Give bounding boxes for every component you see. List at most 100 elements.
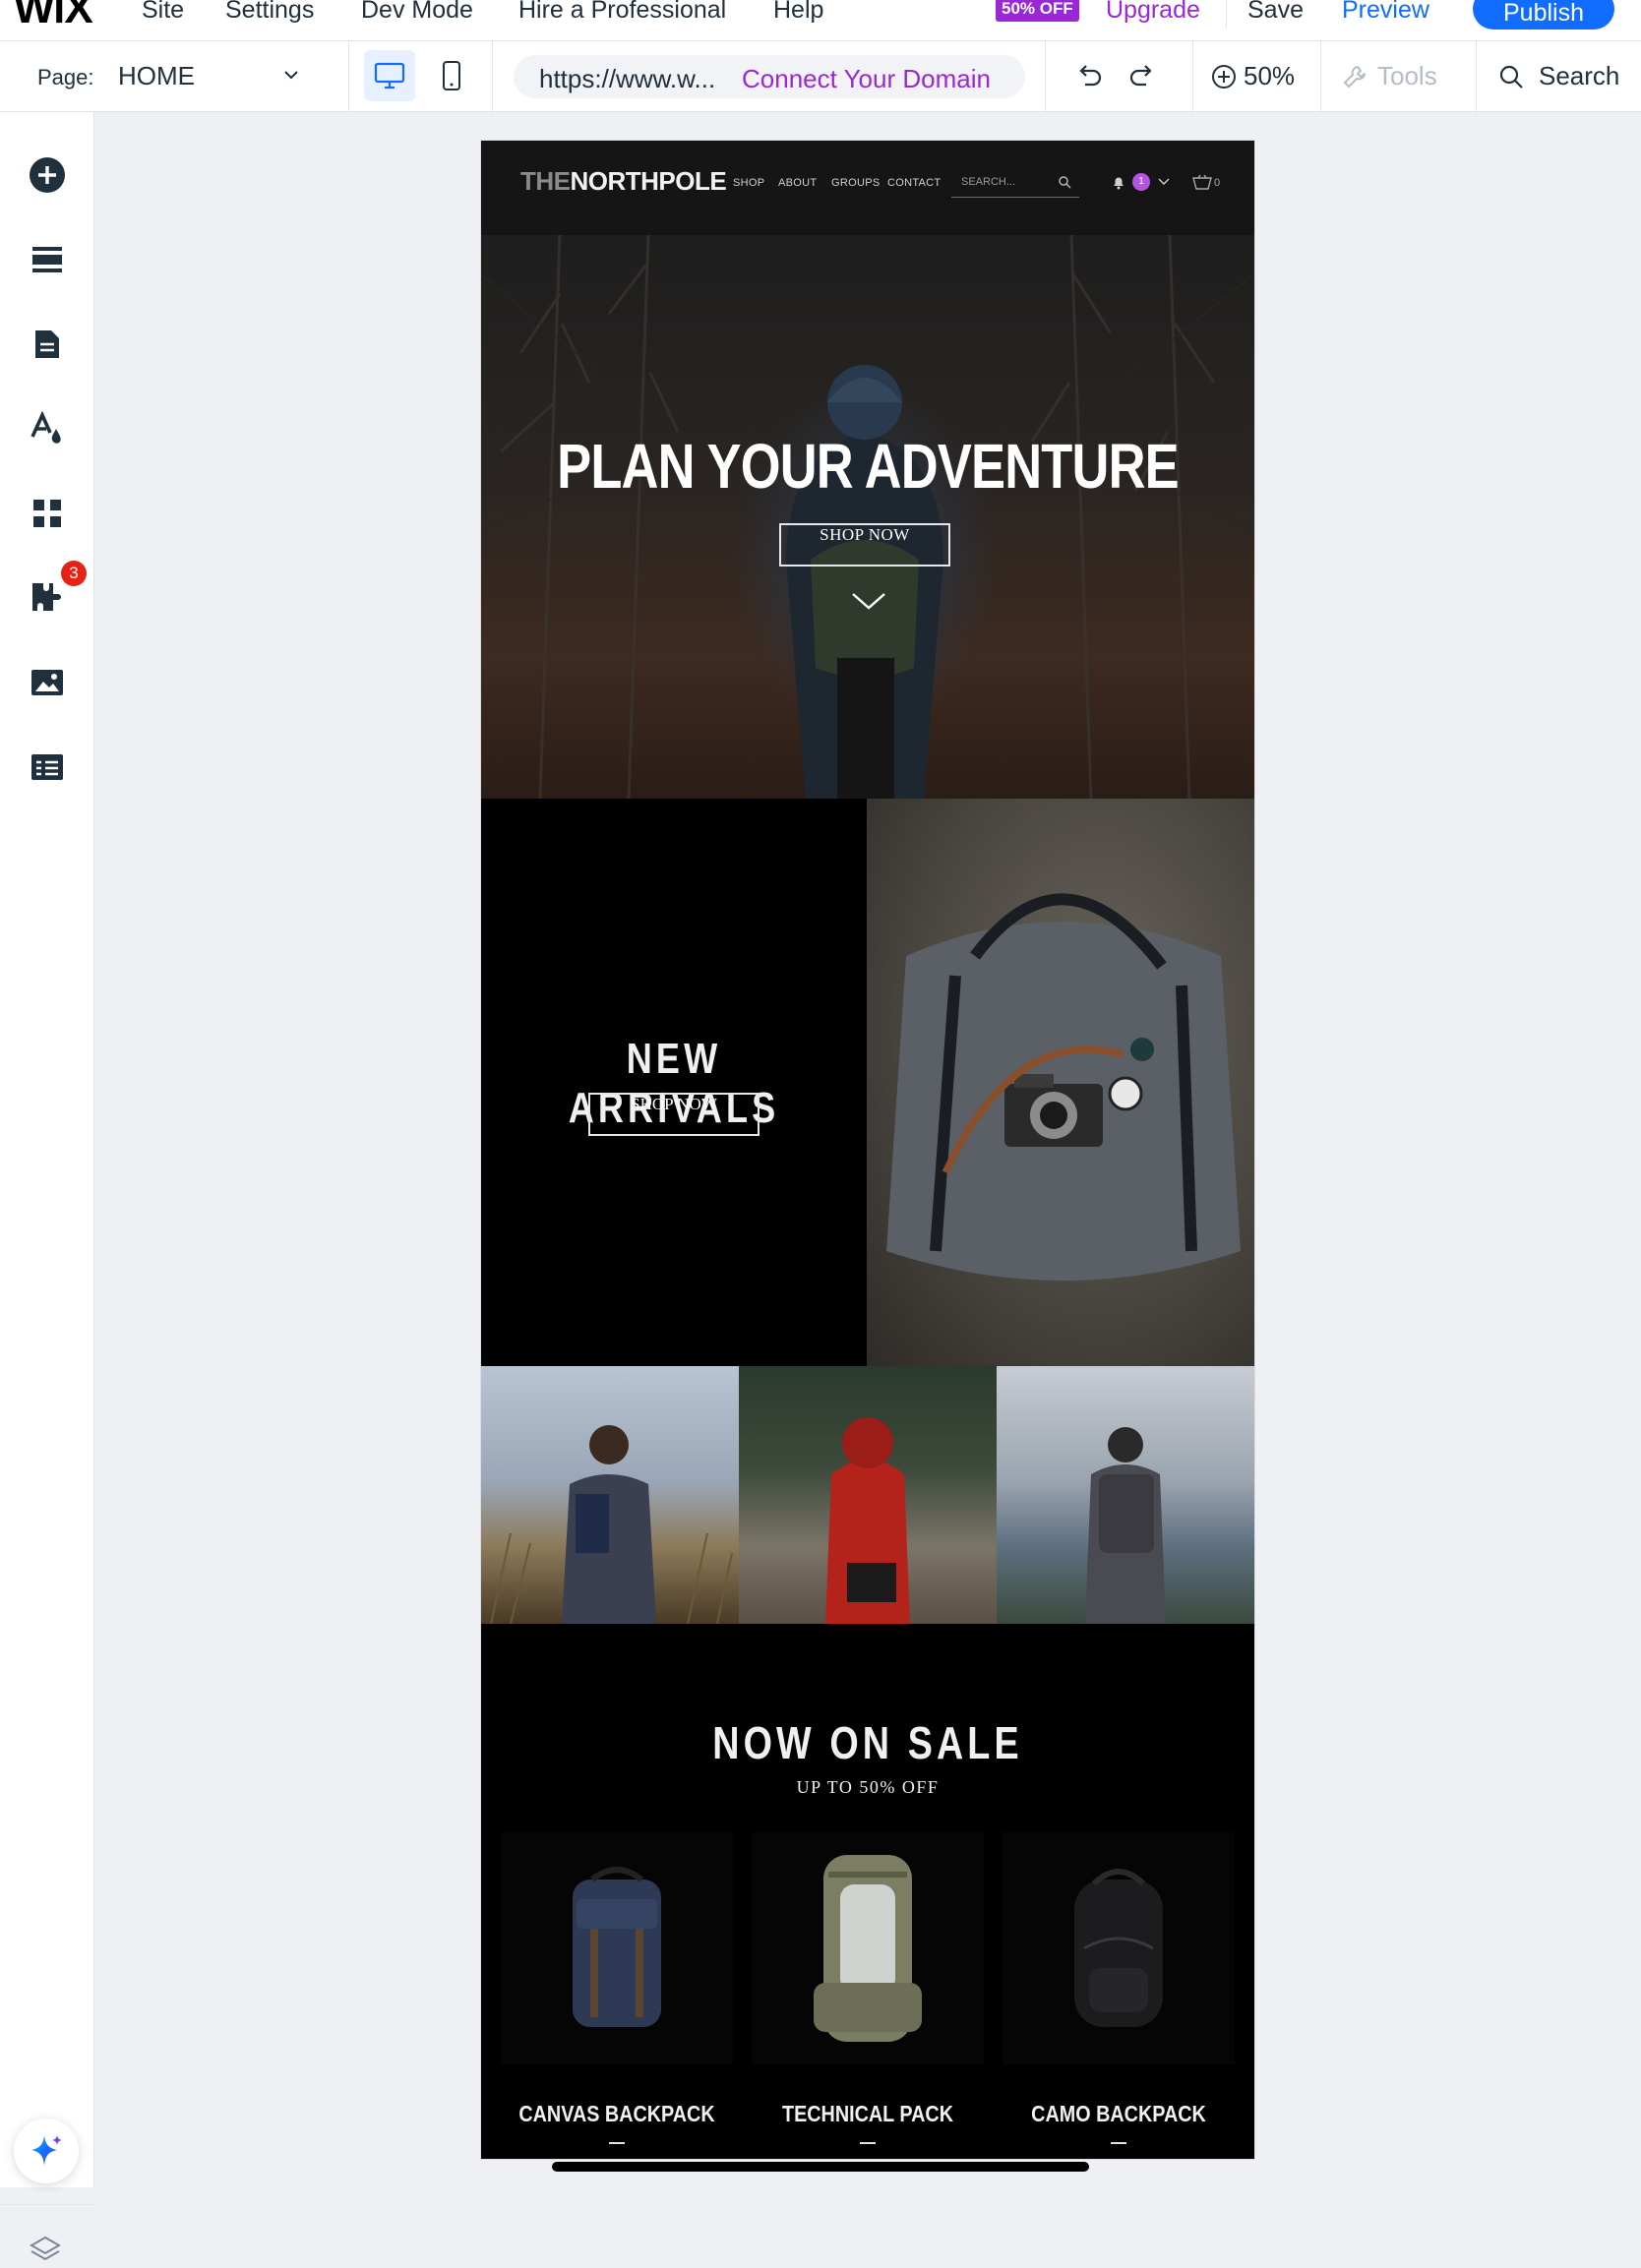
sale-title[interactable]: NOW ON SALE [551,1716,1185,1769]
divider [348,41,349,112]
product-name[interactable]: CAMO BACKPACK [1019,2101,1219,2127]
apps-button[interactable] [28,494,67,533]
preview-button[interactable]: Preview [1342,0,1429,25]
gallery-strip [481,1366,1254,1624]
media-button[interactable] [28,663,67,702]
product-card[interactable]: TECHNICAL PACK [752,1832,984,2157]
page-label: Page: [37,65,94,90]
product-image[interactable] [752,1832,984,2064]
save-button[interactable]: Save [1247,0,1304,25]
hiker-photo [825,1417,910,1624]
product-price-dash [860,2142,876,2144]
editor-top-bar: WiX Site Settings Dev Mode Hire a Profes… [0,0,1641,41]
connect-domain-link[interactable]: Connect Your Domain [742,64,991,94]
gallery-photo[interactable] [481,1366,739,1624]
search-icon [1059,176,1071,189]
product-image[interactable] [1003,1832,1235,2064]
site-search-placeholder: SEARCH... [961,176,1016,188]
hero-title[interactable]: PLAN YOUR ADVENTURE [551,430,1185,503]
divider [492,41,493,112]
promo-badge[interactable]: 50% OFF [996,0,1079,22]
add-elements-button[interactable] [28,155,67,195]
site-nav-contact[interactable]: CONTACT [887,177,941,189]
hiker-photo [490,1425,733,1624]
chevron-down-icon[interactable] [1158,177,1170,187]
pages-icon [35,330,59,358]
new-arrivals-shop-now-button[interactable]: SHOP NOW [588,1093,760,1136]
desktop-view-button[interactable] [364,50,415,101]
menu-settings[interactable]: Settings [225,0,314,25]
camo-backpack-photo [1074,1869,1163,2027]
product-card[interactable]: CAMO BACKPACK [1003,1832,1235,2157]
new-arrivals-panel[interactable]: NEW ARRIVALS SHOP NOW [481,799,867,1366]
business-tools-icon [32,583,61,611]
site-canvas[interactable]: THENORTHPOLE SHOP ABOUT GROUPS CONTACT S… [481,141,1254,2159]
cms-icon [31,754,63,780]
search-button[interactable]: Search [1497,61,1619,91]
search-icon [1499,65,1523,89]
gallery-photo[interactable] [997,1366,1254,1624]
site-nav-groups[interactable]: GROUPS [831,177,880,189]
gallery-photo[interactable] [739,1366,997,1624]
ai-assistant-button[interactable] [14,2119,79,2183]
layers-icon[interactable] [28,2233,63,2268]
bag-photo [886,893,1241,1281]
hero-section[interactable]: PLAN YOUR ADVENTURE SHOP NOW [481,235,1254,799]
home-indicator[interactable] [552,2162,1089,2172]
site-logo[interactable]: THENORTHPOLE [520,166,727,197]
apps-icon [33,500,61,527]
redo-icon[interactable] [1127,61,1157,90]
product-card[interactable]: CANVAS BACKPACK [501,1832,733,2157]
cms-button[interactable] [28,747,67,787]
menu-hire-professional[interactable]: Hire a Professional [518,0,726,25]
site-url-bar[interactable]: https://www.w... Connect Your Domain [514,55,1025,98]
search-label: Search [1539,61,1620,90]
cart-count: 0 [1214,177,1221,189]
product-name[interactable]: TECHNICAL PACK [768,2101,968,2127]
product-name[interactable]: CANVAS BACKPACK [517,2101,717,2127]
product-image[interactable] [501,1832,733,2064]
divider [1476,41,1477,112]
wrench-icon [1344,65,1366,88]
upgrade-link[interactable]: Upgrade [1106,0,1200,25]
media-icon [31,670,63,695]
mobile-view-button[interactable] [426,50,477,101]
page-selector[interactable]: HOME [118,61,195,91]
chevron-down-icon[interactable] [283,67,299,83]
editor-toolbar: Page: HOME https://www.w... Connect Your… [0,41,1641,112]
tools-label: Tools [1377,61,1437,90]
bell-icon[interactable] [1111,174,1126,190]
zoom-control[interactable]: 50% [1210,61,1295,91]
site-search-input[interactable]: SEARCH... [951,168,1079,198]
left-tool-rail: 3 [0,112,94,2261]
site-logo-prefix: THE [520,166,571,196]
undo-icon[interactable] [1074,61,1104,90]
pages-button[interactable] [28,325,67,364]
business-tools-button[interactable] [28,578,67,618]
menu-help[interactable]: Help [773,0,823,25]
desktop-icon [374,62,405,90]
menu-dev-mode[interactable]: Dev Mode [361,0,473,25]
hero-shop-now-button[interactable]: SHOP NOW [779,523,950,567]
wix-logo[interactable]: WiX [14,0,93,33]
divider [1320,41,1321,112]
site-nav-shop[interactable]: SHOP [733,177,764,189]
sale-subtitle[interactable]: UP TO 50% OFF [481,1777,1254,1798]
mobile-icon [443,61,460,90]
bag-with-camera-image[interactable] [867,799,1254,1366]
publish-button[interactable]: Publish [1473,0,1614,30]
sections-button[interactable] [28,240,67,279]
divider [1192,41,1193,112]
divider [1226,0,1227,28]
tools-button[interactable]: Tools [1342,61,1437,91]
sparkle-icon [31,2135,62,2166]
product-price-dash [609,2142,625,2144]
zoom-level: 50% [1244,61,1296,90]
cart-icon[interactable] [1191,174,1213,192]
menu-site[interactable]: Site [142,0,184,25]
site-nav-about[interactable]: ABOUT [778,177,817,189]
chevron-down-icon[interactable] [851,591,886,611]
sale-section[interactable]: NOW ON SALE UP TO 50% OFF CANVAS BACKPAC… [481,1624,1254,2159]
site-header[interactable]: THENORTHPOLE SHOP ABOUT GROUPS CONTACT S… [481,141,1254,235]
site-design-button[interactable] [28,409,67,448]
